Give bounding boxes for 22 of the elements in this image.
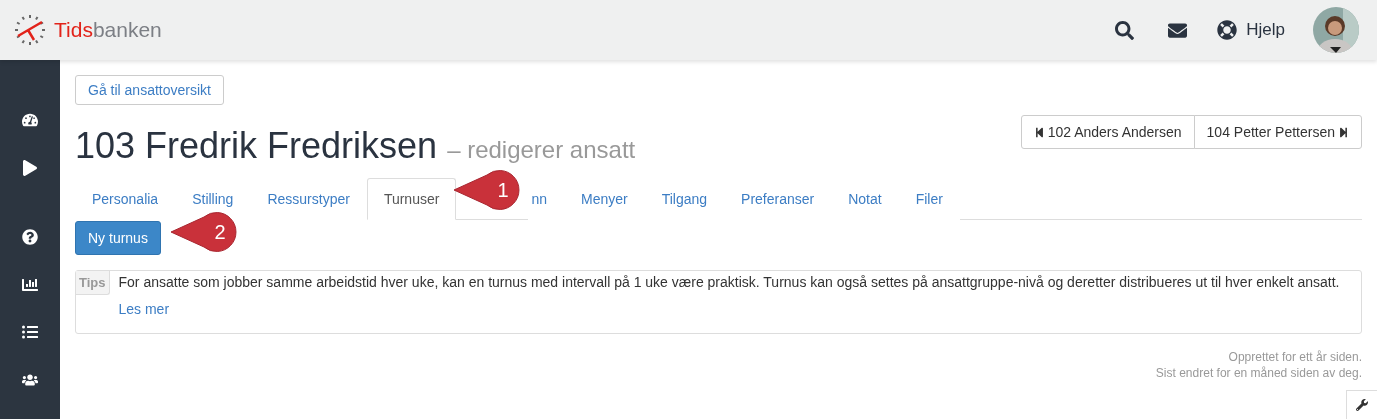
new-rotation-button[interactable]: Ny turnus [75,221,161,255]
callout-marker: 2 [170,212,240,252]
search-icon[interactable] [1115,20,1135,40]
tab[interactable]: Turnuser [366,178,457,220]
tips-text: For ansatte som jobber samme arbeidstid hver uke, kan en turnus med intervall på 1 uke være praktisk. Turnus kan også settes på ansattgruppe-nivå og deretter distribueres ut til hver enkelt ansatt. [118,274,1340,290]
previous-employee-button[interactable]: 102 Anders Andersen [1020,115,1195,149]
step-back-icon [1033,126,1045,138]
lifebuoy-icon [1217,20,1238,40]
help-link[interactable]: Hjelp [1217,20,1285,40]
back-button[interactable]: Gå til ansattoversikt [75,75,224,105]
brand-name: Tidsbanken [54,18,162,42]
wrench-icon[interactable] [1346,390,1377,419]
step-forward-icon [1338,126,1349,138]
envelope-icon[interactable] [1168,20,1188,40]
callout-marker: 1 [453,170,523,210]
created-text: Opprettet for ett år siden. [1228,350,1362,364]
modified-text: Sist endret for en måned siden av deg. [1155,366,1362,380]
next-employee-button[interactable]: 104 Petter Pettersen [1193,115,1362,149]
clock-logo-icon [14,14,46,46]
page-title: 103 Fredrik Fredriksen – redigerer ansatt [75,125,636,167]
read-more-link[interactable]: Les mer [118,301,170,317]
tips-label: Tips [76,271,110,295]
